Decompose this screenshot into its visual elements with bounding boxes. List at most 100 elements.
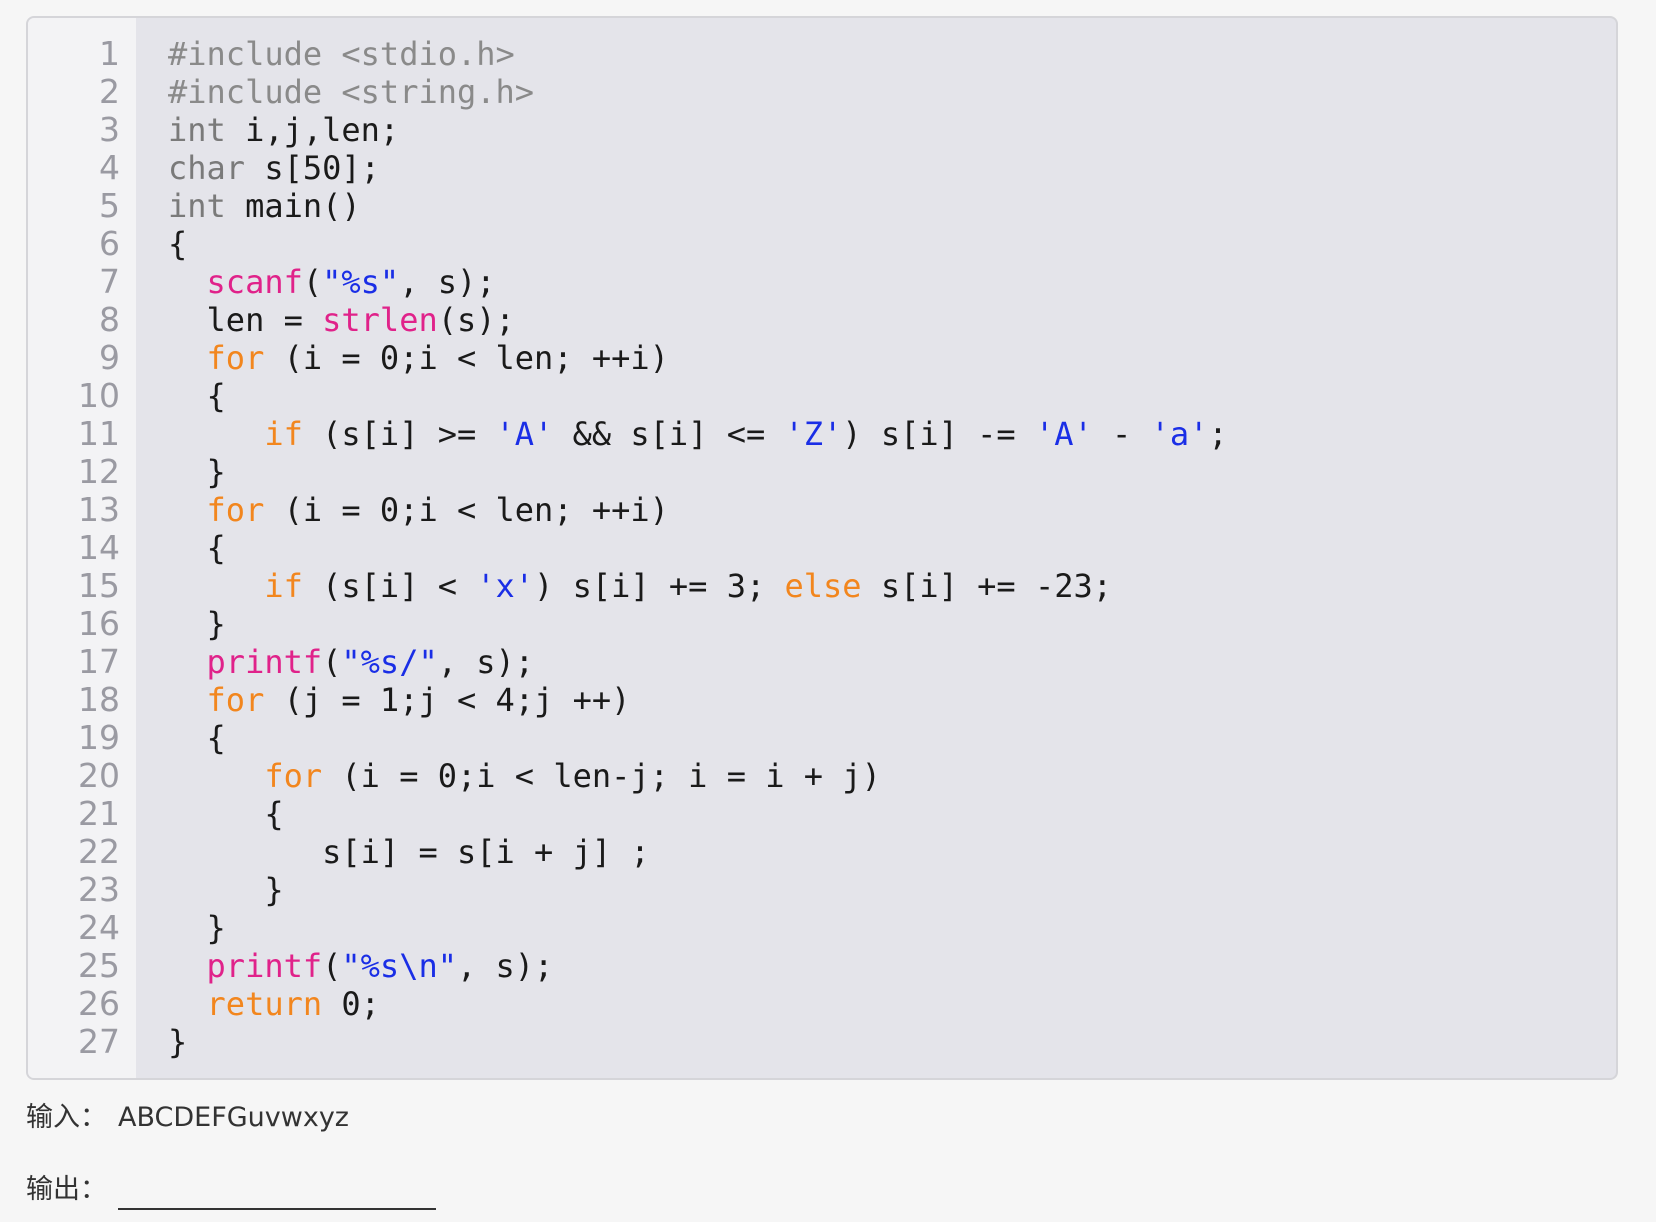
code-token: (s[i] >= xyxy=(302,415,496,453)
code-text: if (s[i] < 'x') s[i] += 3; else s[i] += … xyxy=(168,567,1112,605)
line-number: 13 xyxy=(78,490,120,529)
code-token: (j = 1;j < 4;j ++) xyxy=(264,681,631,719)
code-token: ) s[i] += 3; xyxy=(534,567,785,605)
line-number: 9 xyxy=(99,338,120,377)
code-line: 16 } xyxy=(28,604,1616,644)
code-token: len = xyxy=(168,301,323,339)
code-token: } xyxy=(168,453,226,491)
code-text: { xyxy=(168,529,226,567)
line-number: 12 xyxy=(78,452,120,491)
code-token: if xyxy=(264,567,303,605)
code-token: (s[i] < xyxy=(302,567,477,605)
code-line: 21 { xyxy=(28,794,1616,834)
code-token: strlen xyxy=(322,301,438,339)
code-token: ( xyxy=(322,643,342,681)
output-answer-blank[interactable] xyxy=(118,1178,436,1210)
line-number: 2 xyxy=(99,72,120,111)
line-number: 5 xyxy=(99,186,120,225)
line-number: 19 xyxy=(78,718,120,757)
code-token: s[50]; xyxy=(245,149,380,187)
code-text: } xyxy=(168,871,284,909)
code-token: - xyxy=(1092,415,1151,453)
code-token: main() xyxy=(225,187,361,225)
code-text: len = strlen(s); xyxy=(168,301,515,339)
output-row: 输出： xyxy=(26,1170,436,1210)
code-line: 8 len = strlen(s); xyxy=(28,300,1616,340)
code-text: printf("%s/", s); xyxy=(168,643,535,681)
line-number: 18 xyxy=(78,680,120,719)
line-number: 4 xyxy=(99,148,120,187)
code-token: printf xyxy=(206,947,323,985)
code-line: 11 if (s[i] >= 'A' && s[i] <= 'Z') s[i] … xyxy=(28,415,1616,454)
code-token: ; xyxy=(1208,415,1228,453)
code-line: 1 #include <stdio.h> xyxy=(28,34,1616,74)
code-token: 0; xyxy=(322,985,380,1023)
line-number: 25 xyxy=(78,946,120,985)
code-token: , s); xyxy=(456,947,554,985)
code-text: for (i = 0;i < len-j; i = i + j) xyxy=(168,757,881,795)
code-token: else xyxy=(784,567,862,605)
code-text: for (i = 0;i < len; ++i) xyxy=(168,491,669,529)
code-token: (i = 0;i < len; ++i) xyxy=(264,339,669,377)
code-token: char xyxy=(168,149,246,187)
code-block: 1 #include <stdio.h> 2 #include <string.h> 3… xyxy=(26,16,1618,1080)
code-lines: 1 #include <stdio.h> 2 #include <string.h> 3… xyxy=(28,34,1616,1062)
code-token: } xyxy=(168,909,226,947)
line-number: 22 xyxy=(78,832,120,871)
line-number: 3 xyxy=(99,110,120,149)
code-token: if xyxy=(264,415,303,453)
code-token: for xyxy=(206,491,265,529)
line-number: 10 xyxy=(78,376,120,415)
input-label: 输入： xyxy=(26,1102,107,1133)
code-line: 2 #include <string.h> xyxy=(28,72,1616,112)
code-line: 10 { xyxy=(28,376,1616,416)
code-token: "%s\n" xyxy=(341,947,457,985)
line-number: 6 xyxy=(99,224,120,263)
code-text: } xyxy=(168,909,226,947)
line-number: 16 xyxy=(78,604,120,643)
code-text: s[i] = s[i + j] ; xyxy=(168,833,650,871)
code-token: for xyxy=(206,339,265,377)
code-line: 18 for (j = 1;j < 4;j ++) xyxy=(28,680,1616,720)
input-value: ABCDEFGuvwxyz xyxy=(118,1102,349,1133)
line-number: 7 xyxy=(99,262,120,301)
code-line: 6{ xyxy=(28,224,1616,264)
code-token: int xyxy=(168,111,226,149)
code-token: , s); xyxy=(437,643,535,681)
code-line: 25 printf("%s\n", s); xyxy=(28,946,1616,986)
code-token: (i = 0;i < len; ++i) xyxy=(264,491,669,529)
code-text: } xyxy=(168,605,226,643)
code-token: } xyxy=(168,871,284,909)
line-number: 23 xyxy=(78,870,120,909)
code-token: (i = 0;i < len-j; i = i + j) xyxy=(322,757,881,795)
code-token: "%s" xyxy=(322,263,400,301)
line-number: 8 xyxy=(99,300,120,339)
code-token: int xyxy=(168,187,226,225)
code-token: 'A' xyxy=(495,415,554,453)
code-line: 14 { xyxy=(28,529,1616,568)
code-token: return xyxy=(206,985,323,1023)
code-text: { xyxy=(168,719,226,757)
line-number: 1 xyxy=(99,34,120,73)
code-line: 20 for (i = 0;i < len-j; i = i + j) xyxy=(28,757,1616,796)
code-text: #include <stdio.h> xyxy=(168,35,515,73)
code-line: 12 } xyxy=(28,452,1616,492)
line-number: 21 xyxy=(78,794,120,833)
code-text: { xyxy=(168,225,187,263)
code-token: ) s[i] -= xyxy=(842,415,1035,453)
code-token: } xyxy=(168,1023,188,1061)
code-token: , s); xyxy=(399,263,496,301)
code-token: for xyxy=(264,757,323,795)
code-line: 4 char s[50]; xyxy=(28,148,1616,188)
code-line: 19 { xyxy=(28,718,1616,758)
code-text: } xyxy=(168,453,226,491)
